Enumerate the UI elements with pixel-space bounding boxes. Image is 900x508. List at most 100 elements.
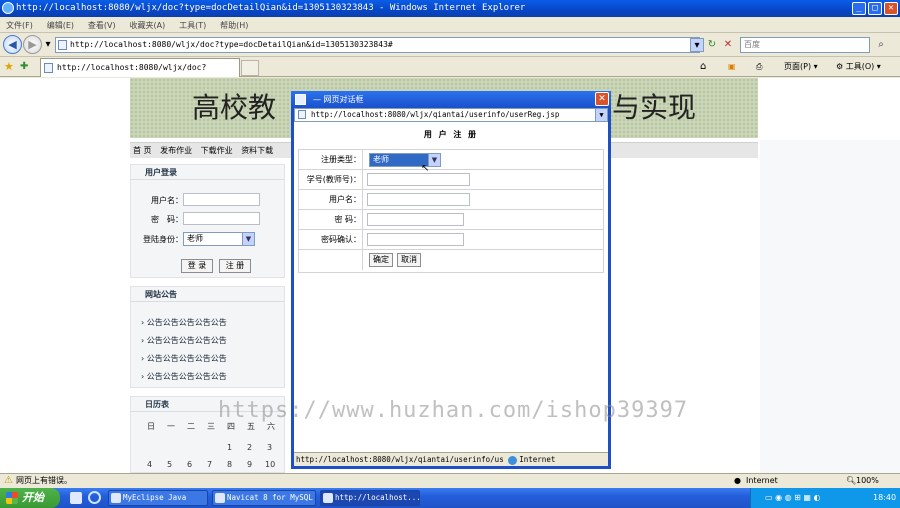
task-navicat[interactable]: Navicat 8 for MySQL	[212, 490, 316, 506]
chevron-down-icon: ▼	[242, 233, 254, 245]
menu-tools[interactable]: 工具(T)	[173, 17, 211, 31]
menu-help[interactable]: 帮助(H)	[214, 17, 253, 31]
show-desktop-icon[interactable]	[70, 492, 82, 504]
search-icon[interactable]: ⌕	[874, 38, 888, 52]
login-role-select[interactable]: 老师 ▼	[183, 232, 255, 246]
announcement-item[interactable]: › 公告公告公告公告公告	[141, 335, 227, 346]
zoom-level[interactable]: 100%	[856, 474, 879, 488]
dialog-status-zone: Internet	[519, 455, 556, 464]
history-dropdown-icon[interactable]: ▾	[41, 38, 55, 52]
confirm-button[interactable]: 确定	[369, 253, 393, 267]
cell-divider	[362, 170, 363, 190]
calendar-date[interactable]: 3	[267, 443, 272, 452]
cell-divider	[362, 150, 363, 170]
calendar-date[interactable]: 5	[167, 460, 172, 469]
calendar-date[interactable]: 7	[207, 460, 212, 469]
login-username-input[interactable]	[183, 193, 260, 206]
announcement-item[interactable]: › 公告公告公告公告公告	[141, 353, 227, 364]
print-icon[interactable]: ⎙	[756, 60, 762, 74]
taskbar: 开始 MyEclipse Java E... Navicat 8 for MyS…	[0, 488, 900, 508]
dialog-address-dropdown-icon[interactable]: ▼	[595, 109, 607, 121]
zoom-icon[interactable]: 🔍︎	[846, 474, 856, 488]
id-label: 学号(教师号)：	[306, 175, 361, 184]
calendar-date[interactable]: 9	[247, 460, 252, 469]
calendar-date[interactable]: 6	[187, 460, 192, 469]
tools-menu[interactable]: ⚙ 工具(O) ▾	[836, 60, 881, 74]
menu-edit[interactable]: 编辑(E)	[41, 17, 79, 31]
page-icon	[58, 40, 67, 50]
login-password-input[interactable]	[183, 212, 260, 225]
nav-home[interactable]: 首 页	[130, 143, 155, 158]
start-label: 开始	[22, 491, 44, 504]
calendar-date[interactable]: 4	[147, 460, 152, 469]
status-globe-icon: ●	[734, 476, 741, 485]
confirm-password-input[interactable]	[367, 233, 464, 246]
announcement-item[interactable]: › 公告公告公告公告公告	[141, 317, 227, 328]
form-row-id: 学号(教师号)：	[299, 170, 603, 190]
username-input[interactable]	[367, 193, 470, 206]
add-favorites-icon[interactable]: ✚	[20, 60, 28, 74]
announcement-text: 公告公告公告公告公告	[146, 336, 227, 345]
dialog-status-url: http://localhost:8080/wljx/qiantai/useri…	[296, 455, 504, 464]
address-bar[interactable]: http://localhost:8080/wljx/doc?type=docD…	[55, 37, 700, 53]
dialog-page-icon	[295, 94, 306, 105]
user-type-value: 老师	[373, 155, 389, 164]
nav-publish-homework[interactable]: 发布作业	[157, 143, 195, 158]
calendar-date[interactable]: 2	[247, 443, 252, 452]
banner-title-left: 高校教	[192, 91, 277, 124]
tab-bar: ★ ✚ http://localhost:8080/wljx/doc?type=…	[0, 57, 900, 90]
user-type-select[interactable]: 老师 ▼	[369, 153, 441, 167]
search-input[interactable]: 百度	[740, 37, 870, 53]
password-input[interactable]	[367, 213, 464, 226]
login-panel: 用户登录 用户名： 密 码： 登陆身份： 老师 ▼ 登 录 注 册	[130, 164, 285, 278]
window-title: http://localhost:8080/wljx/doc?type=docD…	[16, 3, 526, 13]
menu-file[interactable]: 文件(F)	[0, 17, 38, 31]
nav-download-materials[interactable]: 资料下载	[238, 143, 276, 158]
menu-favorites[interactable]: 收藏夹(A)	[123, 17, 170, 31]
task-myeclipse[interactable]: MyEclipse Java E...	[108, 490, 208, 508]
login-button[interactable]: 登 录	[181, 259, 213, 273]
calendar-date[interactable]: 1	[227, 443, 232, 452]
task-ie[interactable]: http://localhost...	[320, 490, 421, 506]
back-button[interactable]: ◀	[3, 35, 22, 54]
announcement-panel: 网站公告 › 公告公告公告公告公告 › 公告公告公告公告公告 › 公告公告公告公…	[130, 286, 285, 388]
eclipse-icon	[111, 493, 121, 503]
refresh-icon[interactable]: ↻	[705, 38, 719, 52]
stop-icon[interactable]: ✕	[721, 38, 735, 52]
register-button[interactable]: 注 册	[219, 259, 251, 273]
feeds-icon[interactable]: ▣	[728, 60, 736, 74]
address-dropdown-icon[interactable]: ▾	[690, 38, 704, 52]
announcement-item[interactable]: › 公告公告公告公告公告	[141, 371, 227, 382]
tray-icons[interactable]: ▭ ◉ ◍ ⊞ ▦ ◐	[765, 488, 820, 508]
minimize-button[interactable]: _	[852, 2, 866, 15]
status-bar: ⚠ 网页上有错误。 ● Internet 🔍︎ 100%	[0, 473, 900, 488]
cancel-button[interactable]: 取消	[397, 253, 421, 267]
ie-task-icon	[323, 493, 333, 503]
new-tab-button[interactable]	[241, 60, 259, 76]
clock[interactable]: 18:40	[873, 488, 896, 508]
calendar-day-tue: 二	[187, 422, 195, 431]
page-menu[interactable]: 页面(P) ▾	[784, 60, 818, 74]
warning-icon[interactable]: ⚠	[4, 474, 13, 488]
status-error-text[interactable]: 网页上有错误。	[16, 474, 72, 488]
login-header: 用户登录	[131, 165, 284, 180]
address-url: http://localhost:8080/wljx/doc?type=docD…	[70, 40, 393, 49]
home-icon[interactable]: ⌂	[700, 60, 706, 74]
calendar-date[interactable]: 10	[265, 460, 275, 469]
calendar-date[interactable]: 8	[227, 460, 232, 469]
form-row-confirm: 密码确认：	[299, 230, 603, 250]
maximize-button[interactable]: □	[868, 2, 882, 15]
start-button[interactable]: 开始	[0, 488, 60, 508]
windows-logo-icon	[6, 492, 18, 504]
ie-quicklaunch-icon[interactable]	[88, 491, 101, 504]
forward-button[interactable]: ▶	[23, 35, 42, 54]
favorites-star-icon[interactable]: ★	[4, 60, 14, 74]
nav-download-homework[interactable]: 下载作业	[198, 143, 236, 158]
tab-current-page[interactable]: http://localhost:8080/wljx/doc?type=docD…	[40, 58, 240, 90]
close-window-button[interactable]: ✕	[884, 2, 898, 15]
cell-divider	[362, 250, 363, 270]
announcement-text: 公告公告公告公告公告	[146, 372, 227, 381]
user-id-input[interactable]	[367, 173, 470, 186]
dialog-close-button[interactable]: ✕	[595, 92, 609, 106]
menu-view[interactable]: 查看(V)	[82, 17, 121, 31]
